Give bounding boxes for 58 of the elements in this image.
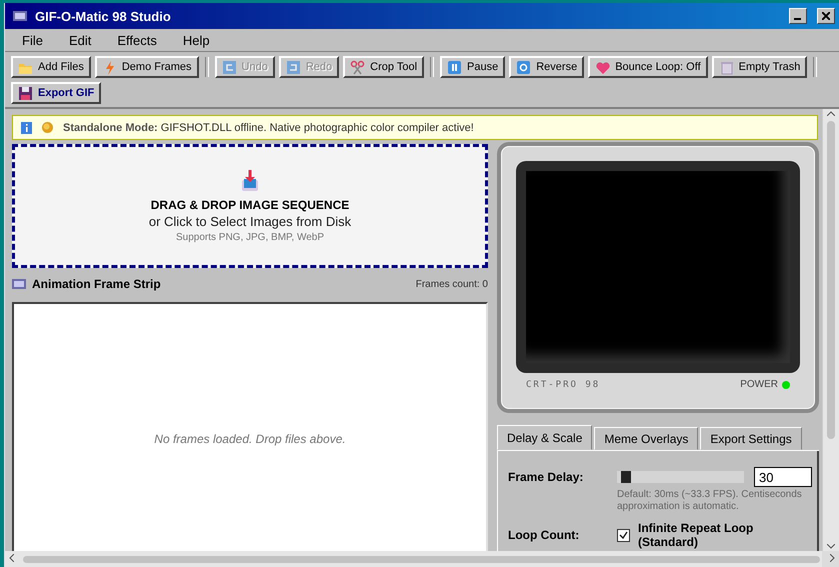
scissors-icon xyxy=(350,60,366,74)
pause-icon xyxy=(447,60,462,74)
drop-zone-hint: Supports PNG, JPG, BMP, WebP xyxy=(176,232,324,242)
power-label: POWER xyxy=(740,379,778,390)
scroll-thumb[interactable] xyxy=(827,121,835,439)
empty-message: No frames loaded. Drop files above. xyxy=(154,432,346,448)
toolbar-button[interactable]: Bounce Loop: Off xyxy=(588,56,708,78)
minimize-button[interactable] xyxy=(789,8,807,24)
coin-icon xyxy=(42,122,53,133)
section-title: Animation Frame Strip xyxy=(32,277,162,291)
delay-input[interactable]: 30 xyxy=(754,467,812,487)
checkbox-label: Infinite Repeat Loop (Standard) xyxy=(638,521,754,549)
close-icon xyxy=(822,12,830,20)
undo-icon xyxy=(222,60,237,74)
toolbar-button[interactable]: Reverse xyxy=(509,56,584,78)
toolbar-button[interactable]: Empty Trash xyxy=(712,56,808,78)
tab[interactable]: Export Settings xyxy=(700,427,802,450)
vertical-scrollbar[interactable] xyxy=(822,109,839,551)
tab[interactable]: Delay & Scale xyxy=(497,425,592,450)
scroll-left-icon xyxy=(9,554,14,562)
window-title: GIF-O-Matic 98 Studio xyxy=(35,8,172,24)
horizontal-scrollbar[interactable] xyxy=(5,551,822,567)
film-icon xyxy=(12,278,26,290)
drop-zone-subtitle: or Click to Select Images from Disk xyxy=(148,214,352,228)
help-text: Default: 30ms (~33.3 FPS). Centiseconds approximation is automatic. xyxy=(617,489,803,513)
menu-item[interactable]: Effects xyxy=(104,32,170,48)
toolbar-button[interactable]: Pause xyxy=(440,56,506,78)
toolbar-button[interactable]: Demo Frames xyxy=(94,56,199,78)
monitor-brand: CRT-PRO 98 xyxy=(526,380,602,390)
reverse-icon xyxy=(516,60,532,74)
drop-zone[interactable]: DRAG & DROP IMAGE SEQUENCE or Click to Select Images from Disk Supports PNG, JPG, BMP, WebP xyxy=(12,144,488,268)
close-button[interactable] xyxy=(817,8,835,24)
check-icon xyxy=(619,531,628,539)
scroll-right-icon xyxy=(830,554,835,562)
toolbar-button[interactable]: Add Files xyxy=(11,56,91,78)
menu-item[interactable]: Edit xyxy=(56,32,104,48)
field-label: Loop Count: xyxy=(508,528,580,542)
scroll-thumb[interactable] xyxy=(23,556,820,563)
trash-icon xyxy=(718,60,734,74)
frame-count: Frames count: 0 xyxy=(416,278,488,290)
redo-icon xyxy=(286,60,301,74)
scroll-up-icon xyxy=(827,111,835,116)
toolbar-button[interactable]: Crop Tool xyxy=(343,56,424,78)
slider-thumb[interactable] xyxy=(620,471,630,483)
checkbox[interactable] xyxy=(617,528,630,542)
slider-track[interactable] xyxy=(617,471,744,483)
scroll-down-icon xyxy=(827,544,835,549)
heart-icon xyxy=(595,60,610,74)
menu-item[interactable]: File xyxy=(9,32,56,48)
drop-zone-title: DRAG & DROP IMAGE SEQUENCE xyxy=(150,198,350,212)
field-label: Frame Delay: xyxy=(508,470,584,484)
info-icon xyxy=(21,122,32,134)
menu-item[interactable]: Help xyxy=(170,32,223,48)
banner-message: Standalone Mode: GIFSHOT.DLL offline. Native photographic color compiler active! xyxy=(63,122,474,134)
tab[interactable]: Meme Overlays xyxy=(594,427,698,450)
inbox-download-icon xyxy=(241,170,259,192)
film-icon xyxy=(13,10,27,22)
toolbar-button[interactable]: Export GIF xyxy=(11,82,102,104)
